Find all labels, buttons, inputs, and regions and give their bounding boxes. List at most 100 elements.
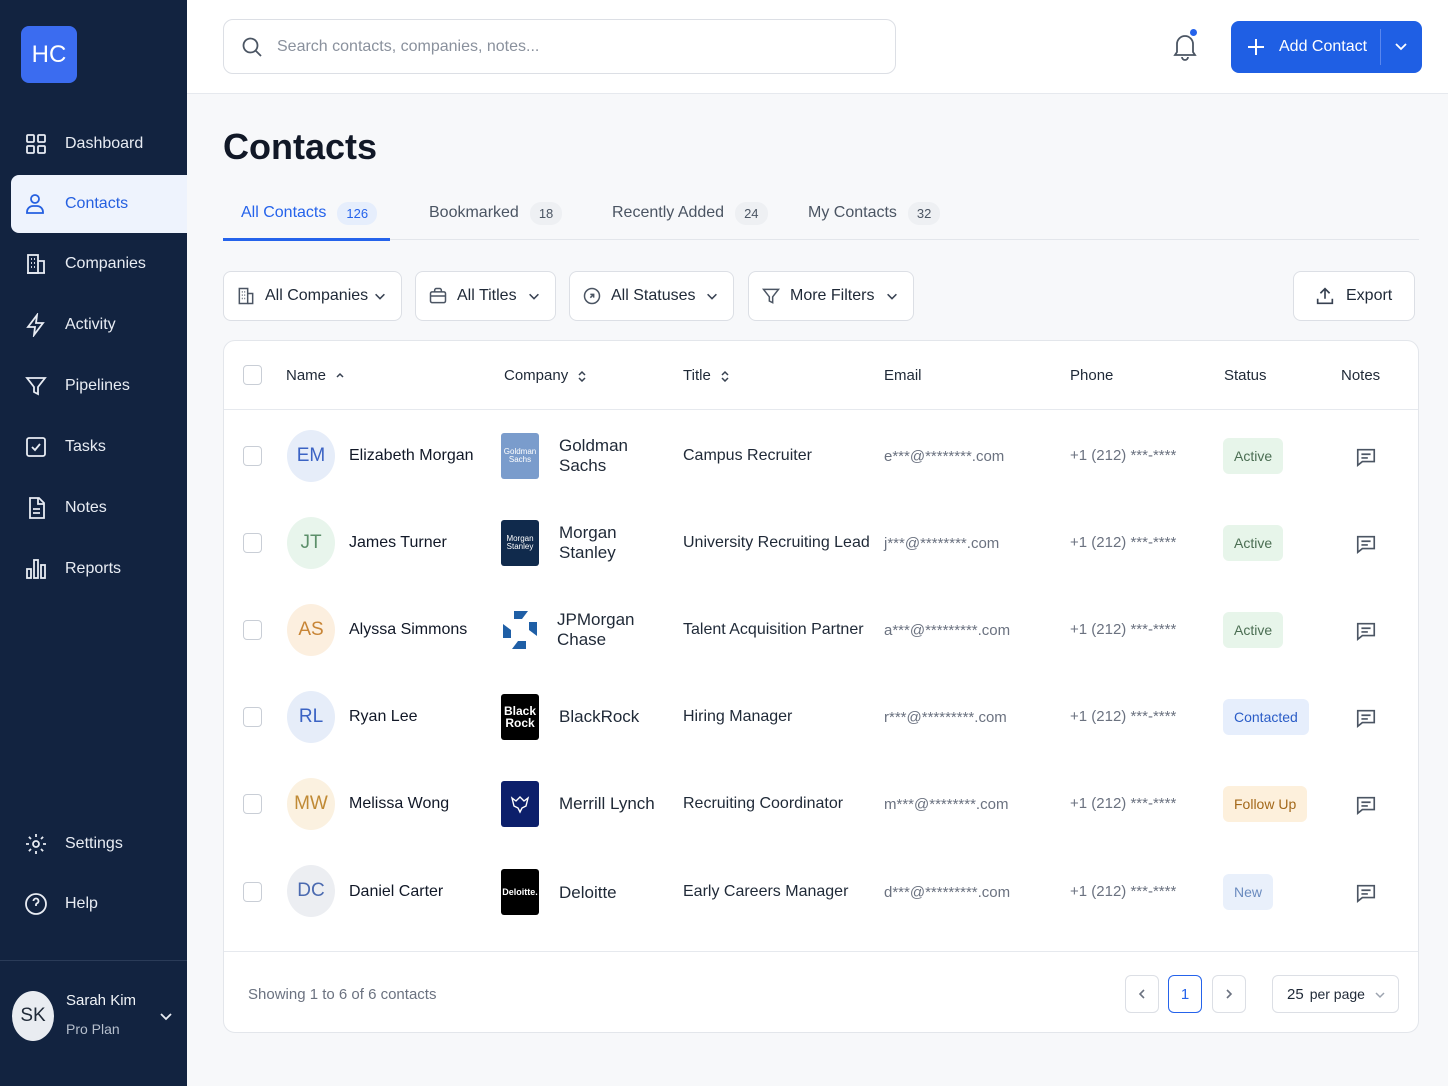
company-name[interactable]: JPMorgan Chase — [557, 610, 667, 650]
notifications-button[interactable] — [1170, 27, 1200, 62]
sidebar: HC Dashboard Contacts Companies Activity… — [0, 0, 187, 1086]
filter-statuses[interactable]: All Statuses — [569, 271, 734, 321]
contact-email: e***@********.com — [884, 448, 1005, 465]
note-icon[interactable] — [1355, 794, 1377, 816]
contact-email: r***@*********.com — [884, 709, 1007, 726]
tab-my-contacts[interactable]: My Contacts 32 — [808, 186, 941, 240]
tab-recently-added[interactable]: Recently Added 24 — [612, 186, 768, 240]
column-header-company[interactable]: Company — [504, 367, 588, 384]
filter-more[interactable]: More Filters — [748, 271, 914, 321]
note-icon[interactable] — [1355, 620, 1377, 642]
avatar: JT — [287, 517, 335, 569]
sidebar-item-tasks[interactable]: Tasks — [11, 418, 187, 476]
contact-name[interactable]: Elizabeth Morgan — [349, 447, 474, 465]
sidebar-item-help[interactable]: Help — [11, 875, 187, 933]
table-row[interactable]: AS Alyssa Simmons JPMorgan Chase Talent … — [224, 587, 1418, 674]
tab-bookmarked[interactable]: Bookmarked 18 — [429, 186, 563, 240]
contact-name[interactable]: Alyssa Simmons — [349, 621, 467, 639]
status-badge: Follow Up — [1223, 786, 1308, 822]
add-contact-button[interactable]: Add Contact — [1231, 21, 1422, 73]
notification-dot — [1188, 27, 1199, 38]
row-checkbox[interactable] — [243, 882, 262, 902]
avatar: RL — [287, 691, 335, 743]
sidebar-item-activity[interactable]: Activity — [11, 296, 187, 354]
company-name[interactable]: Morgan Stanley — [559, 523, 669, 563]
select-all-checkbox[interactable] — [243, 365, 262, 385]
tab-label: All Contacts — [241, 204, 327, 221]
checkbox-icon — [24, 435, 48, 459]
contact-phone: +1 (212) ***-**** — [1070, 795, 1177, 812]
status-badge: Active — [1223, 612, 1284, 648]
row-checkbox[interactable] — [243, 794, 262, 814]
table-row[interactable]: MW Melissa Wong Merrill Lynch Recruiting… — [224, 761, 1418, 848]
column-label: Phone — [1070, 367, 1114, 384]
row-checkbox[interactable] — [243, 446, 262, 466]
page-number-button[interactable]: 1 — [1168, 975, 1202, 1013]
sidebar-item-label: Companies — [65, 255, 146, 272]
contact-name[interactable]: Daniel Carter — [349, 883, 443, 901]
filter-companies[interactable]: All Companies — [223, 271, 402, 321]
chevron-left-icon — [1138, 989, 1145, 999]
note-icon[interactable] — [1355, 533, 1377, 555]
column-label: Title — [683, 367, 711, 384]
row-checkbox[interactable] — [243, 620, 262, 640]
filter-label: All Companies — [265, 287, 369, 304]
next-page-button[interactable] — [1212, 975, 1246, 1013]
export-button[interactable]: Export — [1293, 271, 1415, 321]
tab-all-contacts[interactable]: All Contacts 126 — [223, 186, 390, 241]
search-box[interactable] — [223, 19, 896, 74]
note-icon[interactable] — [1355, 446, 1377, 468]
sidebar-item-settings[interactable]: Settings — [11, 815, 187, 873]
company-name[interactable]: Goldman Sachs — [559, 436, 669, 476]
pagination-summary: Showing 1 to 6 of 6 contacts — [248, 986, 437, 1003]
sidebar-item-notes[interactable]: Notes — [11, 479, 187, 537]
contact-name[interactable]: Melissa Wong — [349, 795, 449, 813]
chevron-down-icon — [707, 293, 717, 300]
building-icon — [238, 287, 254, 305]
company-name[interactable]: Merrill Lynch — [559, 794, 679, 814]
chevron-down-icon[interactable] — [158, 1008, 174, 1024]
per-page-select[interactable]: 25 per page — [1272, 975, 1399, 1013]
contact-phone: +1 (212) ***-**** — [1070, 621, 1177, 638]
search-input[interactable] — [277, 37, 857, 56]
sidebar-item-contacts[interactable]: Contacts — [11, 175, 187, 233]
note-icon[interactable] — [1355, 707, 1377, 729]
company-name[interactable]: Deloitte — [559, 883, 669, 903]
status-badge: Active — [1223, 438, 1284, 474]
export-label: Export — [1346, 287, 1393, 304]
chevron-down-icon[interactable] — [1393, 38, 1409, 54]
sidebar-item-companies[interactable]: Companies — [11, 235, 187, 293]
chevron-down-icon — [375, 293, 385, 300]
column-label: Name — [286, 367, 327, 384]
table-row[interactable]: RL Ryan Lee Black Rock BlackRock Hiring … — [224, 674, 1418, 761]
funnel-icon — [24, 374, 48, 398]
tab-label: Recently Added — [612, 204, 725, 221]
column-header-name[interactable]: Name — [286, 367, 346, 384]
company-logo — [501, 607, 539, 653]
filter-titles[interactable]: All Titles — [415, 271, 556, 321]
table-row[interactable]: JT James Turner Morgan Stanley Morgan St… — [224, 500, 1418, 587]
column-header-title[interactable]: Title — [683, 367, 731, 384]
sidebar-item-label: Help — [65, 895, 98, 912]
table-row[interactable]: DC Daniel Carter Deloitte. Deloitte Earl… — [224, 848, 1418, 935]
row-checkbox[interactable] — [243, 707, 262, 727]
user-name: Sarah Kim — [66, 992, 137, 1009]
per-page-label: per page — [1309, 986, 1365, 1002]
prev-page-button[interactable] — [1125, 975, 1159, 1013]
user-menu[interactable]: SK Sarah Kim Pro Plan — [12, 990, 182, 1042]
table-row[interactable]: EM Elizabeth Morgan Goldman Sachs Goldma… — [224, 413, 1418, 500]
tab-label: My Contacts — [808, 204, 897, 221]
company-name[interactable]: BlackRock — [559, 707, 669, 727]
sidebar-item-pipelines[interactable]: Pipelines — [11, 357, 187, 415]
sidebar-item-label: Contacts — [65, 195, 129, 212]
octagon-logo-icon — [503, 611, 537, 649]
sidebar-item-label: Reports — [65, 560, 122, 577]
contact-phone: +1 (212) ***-**** — [1070, 534, 1177, 551]
status-badge: Contacted — [1223, 699, 1309, 735]
sidebar-item-dashboard[interactable]: Dashboard — [11, 115, 187, 173]
sidebar-item-reports[interactable]: Reports — [11, 540, 187, 598]
contact-name[interactable]: Ryan Lee — [349, 708, 418, 726]
note-icon[interactable] — [1355, 882, 1377, 904]
contact-name[interactable]: James Turner — [349, 534, 447, 552]
row-checkbox[interactable] — [243, 533, 262, 553]
